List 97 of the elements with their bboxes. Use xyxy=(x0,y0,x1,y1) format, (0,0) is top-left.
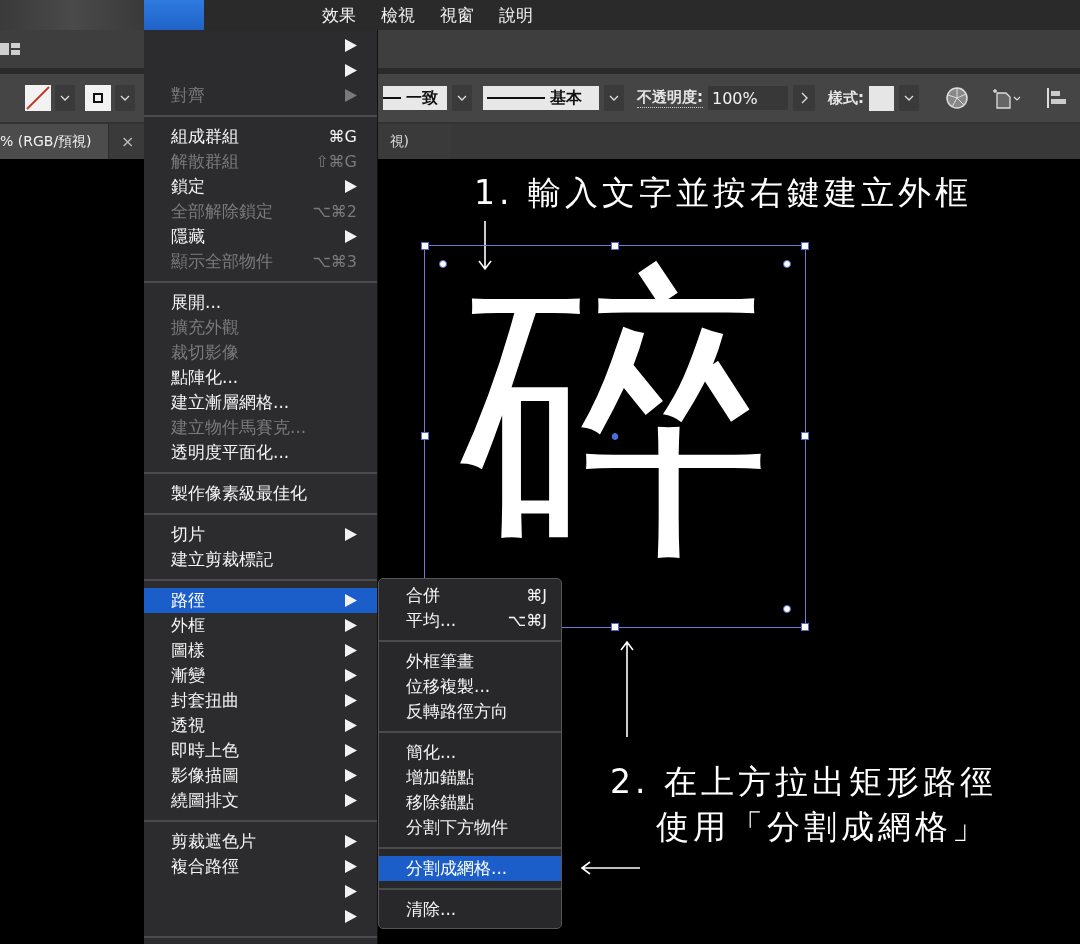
menu-bar-item[interactable]: 視窗 xyxy=(440,3,474,27)
style-label: 樣式: xyxy=(828,88,864,108)
panel-layout-icon[interactable] xyxy=(0,41,20,57)
menu-item[interactable]: 合併 ⌘J xyxy=(379,583,561,608)
stroke-profile-dropdown[interactable]: 一致 xyxy=(383,86,447,110)
submenu-arrow-icon xyxy=(345,669,357,682)
menu-item[interactable]: 外框 xyxy=(144,613,377,638)
submenu-arrow-icon xyxy=(345,64,357,77)
menu-item[interactable]: 分割成網格... xyxy=(379,856,561,881)
selection-handle[interactable] xyxy=(801,242,809,250)
dropdown-button[interactable] xyxy=(604,85,624,111)
annotation-text: 1. 輸入文字並按右鍵建立外框 xyxy=(474,172,972,214)
corner-widget[interactable] xyxy=(783,605,791,613)
menu-item[interactable]: 路徑 xyxy=(144,588,377,613)
menu-item[interactable]: 製作像素級最佳化 xyxy=(144,481,377,506)
menu-item[interactable]: 外框筆畫 xyxy=(379,649,561,674)
fill-swatch[interactable] xyxy=(85,85,111,111)
dropdown-button[interactable] xyxy=(55,85,75,111)
menu-item[interactable]: 簡化... xyxy=(379,740,561,765)
active-menu-highlight xyxy=(144,0,204,30)
corner-widget[interactable] xyxy=(783,260,791,268)
submenu-arrow-icon xyxy=(345,528,357,541)
stroke-line-icon xyxy=(383,96,401,100)
menu-item[interactable]: 透明度平面化... xyxy=(144,440,377,465)
color-wheel-icon[interactable] xyxy=(946,87,968,109)
opacity-field[interactable]: 100% xyxy=(708,86,788,110)
style-swatch[interactable] xyxy=(869,85,894,111)
submenu-arrow-icon xyxy=(345,644,357,657)
brush-dropdown[interactable]: 基本 xyxy=(483,86,599,110)
menu-item[interactable]: 剪裁遮色片 xyxy=(144,829,377,854)
menu-item[interactable]: 隱藏 xyxy=(144,224,377,249)
menu-item[interactable]: 平均... ⌥⌘J xyxy=(379,608,561,633)
submenu-arrow-icon xyxy=(345,619,357,632)
menu-item[interactable]: 即時上色 xyxy=(144,738,377,763)
dropdown-button[interactable] xyxy=(452,85,472,111)
menu-item[interactable]: 組成群組 ⌘G xyxy=(144,124,377,149)
menu-item[interactable]: 鎖定 xyxy=(144,174,377,199)
menu-item[interactable]: 清除... xyxy=(379,897,561,922)
annotation-text: 使用「分割成網格」 xyxy=(655,806,990,848)
menu-item[interactable]: 透視 xyxy=(144,713,377,738)
menu-item[interactable]: 封套扭曲 xyxy=(144,688,377,713)
menu-item[interactable]: 漸變 xyxy=(144,663,377,688)
stroke-line-icon xyxy=(487,96,545,100)
submenu-arrow-icon xyxy=(345,230,357,243)
document-tab[interactable]: % (RGB/預視) xyxy=(0,124,108,159)
menu-bar-item[interactable]: 檢視 xyxy=(381,3,415,27)
chevron-down-icon xyxy=(609,95,619,101)
expand-button[interactable] xyxy=(793,85,815,111)
left-arrow xyxy=(581,860,641,876)
menu-bar-item[interactable]: 說明 xyxy=(499,3,533,27)
chevron-down-icon xyxy=(904,95,914,101)
menu-item[interactable]: 位移複製... xyxy=(379,674,561,699)
annotation-text: 2. 在上方拉出矩形路徑 xyxy=(610,761,997,803)
submenu-arrow-icon xyxy=(345,885,357,898)
chevron-right-icon xyxy=(800,92,808,104)
corner-widget[interactable] xyxy=(439,260,447,268)
selection-handle[interactable] xyxy=(801,623,809,631)
selection-handle[interactable] xyxy=(611,242,619,250)
selection-handle[interactable] xyxy=(801,432,809,440)
submenu-arrow-icon xyxy=(345,769,357,782)
menu-item[interactable]: 增加錨點 xyxy=(379,765,561,790)
menu-item[interactable]: 複合路徑 xyxy=(144,854,377,879)
menu-item[interactable]: 切片 xyxy=(144,522,377,547)
menu-item[interactable]: 點陣化... xyxy=(144,365,377,390)
submenu-arrow-icon xyxy=(345,89,357,102)
chevron-down-icon xyxy=(457,95,467,101)
no-stroke-swatch[interactable] xyxy=(25,85,51,111)
dropdown-button[interactable] xyxy=(899,85,919,111)
submenu-arrow-icon xyxy=(345,860,357,873)
menu-item[interactable]: 影像描圖 xyxy=(144,763,377,788)
submenu-arrow-icon xyxy=(345,180,357,193)
menu-item[interactable]: 展開... xyxy=(144,290,377,315)
menu-item[interactable]: 分割下方物件 xyxy=(379,815,561,840)
selection-handle[interactable] xyxy=(421,432,429,440)
artwork-text: 碎 xyxy=(459,250,772,578)
menu-item[interactable]: 移除錨點 xyxy=(379,790,561,815)
align-left-icon[interactable] xyxy=(1046,87,1068,109)
opacity-label[interactable]: 不透明度: xyxy=(637,88,703,108)
submenu-arrow-icon xyxy=(345,594,357,607)
submenu-arrow-icon xyxy=(345,39,357,52)
menu-item[interactable]: 反轉路徑方向 xyxy=(379,699,561,724)
menu-item[interactable]: 繞圖排文 xyxy=(144,788,377,813)
menu-item[interactable]: 建立漸層網格... xyxy=(144,390,377,415)
submenu-arrow-icon xyxy=(345,910,357,923)
submenu-arrow-icon xyxy=(345,719,357,732)
selection-handle[interactable] xyxy=(421,242,429,250)
selection-handle[interactable] xyxy=(611,623,619,631)
chevron-down-icon xyxy=(120,95,130,101)
menu-bar-item[interactable]: 效果 xyxy=(322,3,356,27)
submenu-arrow-icon xyxy=(345,694,357,707)
submenu-arrow-icon xyxy=(345,794,357,807)
menu-item[interactable]: 建立剪裁標記 xyxy=(144,547,377,572)
submenu-arrow-icon xyxy=(345,835,357,848)
document-icon[interactable] xyxy=(991,87,1023,109)
submenu-arrow-icon xyxy=(345,744,357,757)
menu-item[interactable]: 圖樣 xyxy=(144,638,377,663)
chevron-down-icon xyxy=(60,95,70,101)
